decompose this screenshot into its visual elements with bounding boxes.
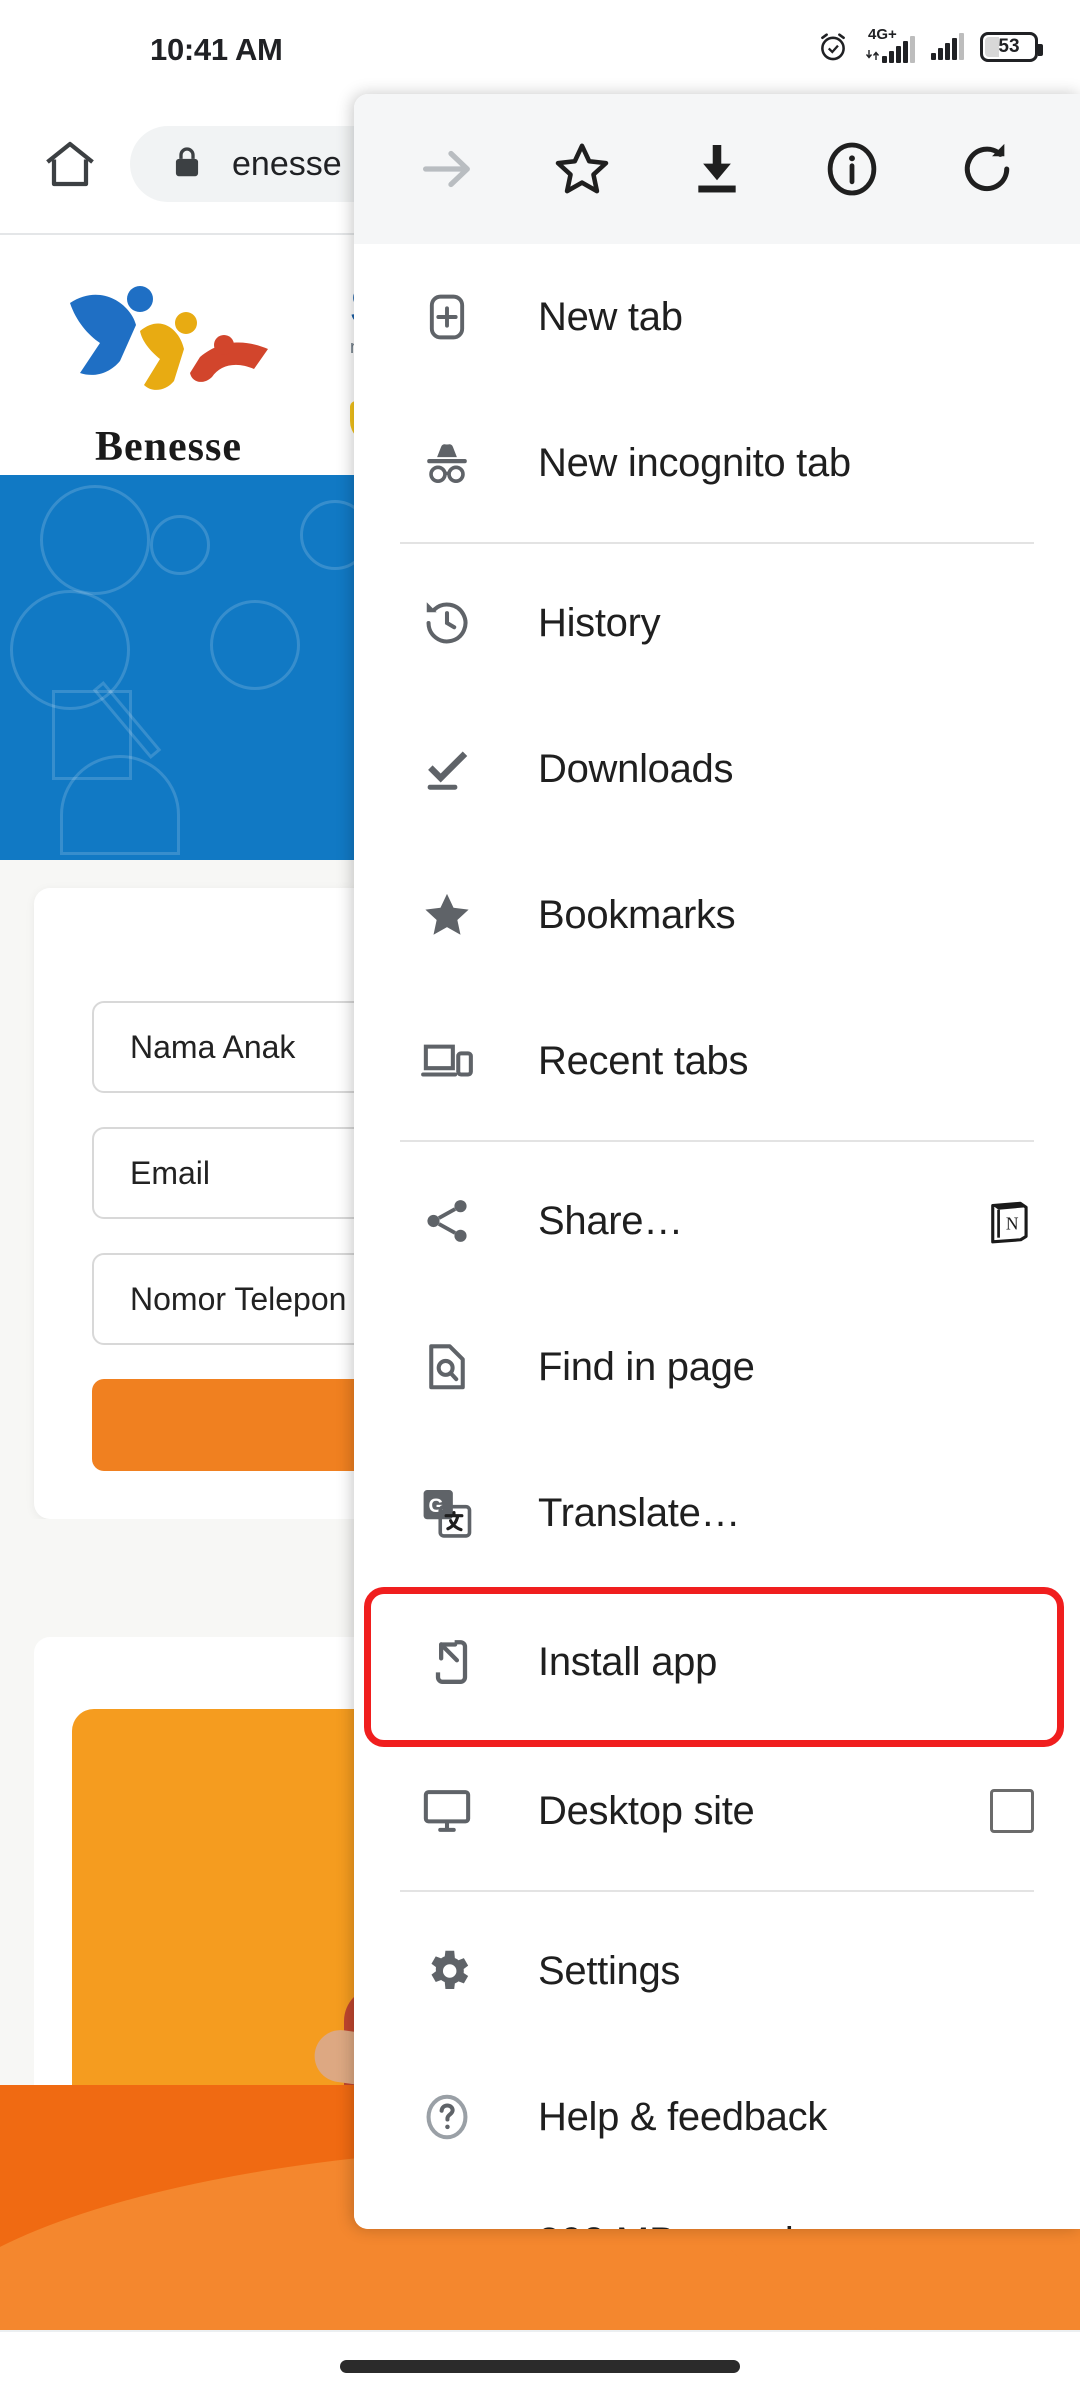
reload-icon[interactable]: [945, 127, 1029, 211]
star-outline-icon[interactable]: [540, 127, 624, 211]
menu-icon-toolbar: [354, 94, 1080, 244]
google-translate-icon: G: [420, 1486, 474, 1540]
new-tab-icon: [420, 290, 474, 344]
menu-item-help-feedback[interactable]: Help & feedback: [354, 2044, 1080, 2190]
menu-item-label: Bookmarks: [538, 892, 736, 937]
menu-item-translate[interactable]: G Translate…: [354, 1440, 1080, 1586]
menu-divider: [400, 1890, 1034, 1892]
phone-screen: 10:41 AM 4G+ 53 enesse Benesse Nama Anak…: [0, 0, 1080, 2400]
menu-item-find-in-page[interactable]: Find in page: [354, 1294, 1080, 1440]
recent-tabs-icon: [420, 1034, 474, 1088]
menu-item-label: Recent tabs: [538, 1038, 749, 1083]
mobile-signal-icon-secondary: [931, 33, 964, 60]
alarm-clock-icon: [816, 30, 850, 64]
status-bar-clock: 10:41 AM: [150, 32, 283, 67]
downloads-icon: [420, 742, 474, 796]
battery-percent-label: 53: [998, 36, 1020, 57]
input-email-placeholder: Email: [130, 1154, 211, 1191]
install-app-icon: [420, 1635, 474, 1689]
svg-text:N: N: [1006, 1213, 1019, 1233]
menu-item-label: New incognito tab: [538, 440, 851, 485]
menu-item-install-app[interactable]: Install app: [354, 1586, 1080, 1738]
battery-indicator: 53: [980, 32, 1043, 62]
menu-item-label: New tab: [538, 294, 683, 339]
menu-item-label: Share…: [538, 1198, 683, 1243]
network-type-label: 4G+: [868, 26, 897, 43]
home-icon[interactable]: [38, 132, 102, 196]
status-bar-icons: 4G+ 53: [816, 27, 1043, 64]
desktop-monitor-icon: [420, 1784, 474, 1838]
menu-item-label: Find in page: [538, 1344, 755, 1389]
menu-item-label: Desktop site: [538, 1788, 755, 1833]
data-saver-primary-label: 802 MB saved: [538, 2220, 794, 2229]
browser-main-menu: New tab New incognito tab History Downlo…: [354, 94, 1080, 2229]
star-filled-icon: [420, 888, 474, 942]
lock-icon: [168, 143, 206, 186]
menu-items-list: New tab New incognito tab History Downlo…: [354, 244, 1080, 2229]
mobile-signal-icon-primary: 4G+: [866, 27, 915, 63]
menu-divider: [400, 1140, 1034, 1142]
system-navigation-bar: [0, 2330, 1080, 2400]
menu-item-label: Translate…: [538, 1490, 741, 1535]
incognito-icon: [420, 436, 474, 490]
url-text: enesse: [232, 144, 342, 183]
find-in-page-icon: [420, 1340, 474, 1394]
benesse-logo: Benesse: [40, 273, 330, 470]
info-circle-icon[interactable]: [810, 127, 894, 211]
menu-item-share[interactable]: Share… N: [354, 1148, 1080, 1294]
menu-item-label: Help & feedback: [538, 2094, 828, 2139]
forward-arrow-icon[interactable]: [405, 127, 489, 211]
menu-item-new-tab[interactable]: New tab: [354, 244, 1080, 390]
menu-item-desktop-site[interactable]: Desktop site: [354, 1738, 1080, 1884]
menu-item-settings[interactable]: Settings: [354, 1898, 1080, 2044]
menu-divider: [400, 542, 1034, 544]
share-icon: [420, 1194, 474, 1248]
question-circle-icon: [420, 2090, 474, 2144]
input-nama-anak-placeholder: Nama Anak: [130, 1028, 296, 1065]
menu-item-data-saver[interactable]: 802 MB saved since Mar 20: [354, 2190, 1080, 2229]
menu-item-label: Downloads: [538, 746, 734, 791]
gesture-nav-pill[interactable]: [340, 2359, 740, 2373]
menu-item-label: Settings: [538, 1948, 681, 1993]
menu-item-new-incognito-tab[interactable]: New incognito tab: [354, 390, 1080, 536]
benesse-wordmark: Benesse: [95, 424, 242, 470]
desktop-site-checkbox[interactable]: [990, 1789, 1034, 1833]
menu-item-downloads[interactable]: Downloads: [354, 696, 1080, 842]
status-bar: 10:41 AM 4G+ 53: [0, 0, 1080, 94]
download-icon[interactable]: [675, 127, 759, 211]
menu-item-history[interactable]: History: [354, 550, 1080, 696]
menu-item-label: Install app: [538, 1639, 718, 1684]
history-icon: [420, 596, 474, 650]
menu-item-recent-tabs[interactable]: Recent tabs: [354, 988, 1080, 1134]
notion-app-icon[interactable]: N: [984, 1196, 1034, 1246]
gear-icon: [420, 1944, 474, 1998]
menu-item-label: History: [538, 600, 661, 645]
menu-item-bookmarks[interactable]: Bookmarks: [354, 842, 1080, 988]
input-nomor-telepon-placeholder: Nomor Telepon: [130, 1280, 347, 1317]
